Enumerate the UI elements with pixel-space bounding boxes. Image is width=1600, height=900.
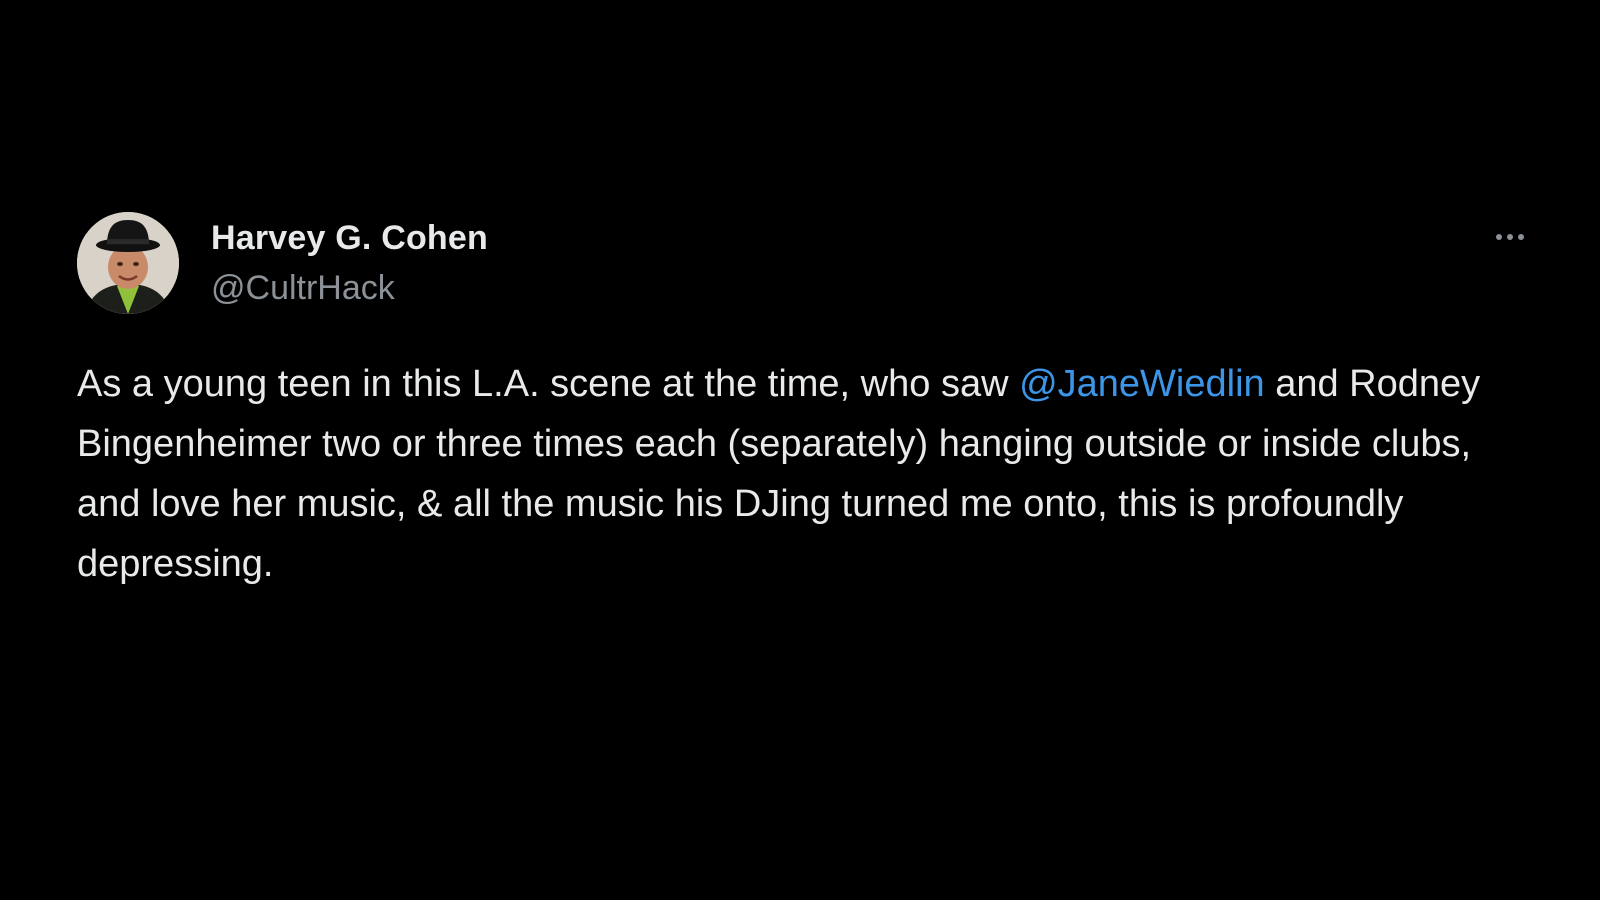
author-display-name[interactable]: Harvey G. Cohen — [211, 218, 488, 258]
author-handle[interactable]: @CultrHack — [211, 268, 488, 308]
more-dot — [1507, 234, 1513, 240]
tweet-text-before: As a young teen in this L.A. scene at th… — [77, 363, 1020, 405]
author-names[interactable]: Harvey G. Cohen @CultrHack — [211, 218, 488, 308]
tweet-text: As a young teen in this L.A. scene at th… — [77, 354, 1497, 594]
author-avatar[interactable] — [77, 212, 179, 314]
tweet-header: Harvey G. Cohen @CultrHack — [77, 212, 1527, 316]
mention-link[interactable]: @JaneWiedlin — [1019, 363, 1265, 405]
more-options-icon[interactable] — [1488, 226, 1532, 248]
more-dot — [1496, 234, 1502, 240]
avatar-photo-icon — [77, 212, 179, 314]
more-dot — [1518, 234, 1524, 240]
tweet-card: Harvey G. Cohen @CultrHack As a young te… — [77, 212, 1527, 594]
